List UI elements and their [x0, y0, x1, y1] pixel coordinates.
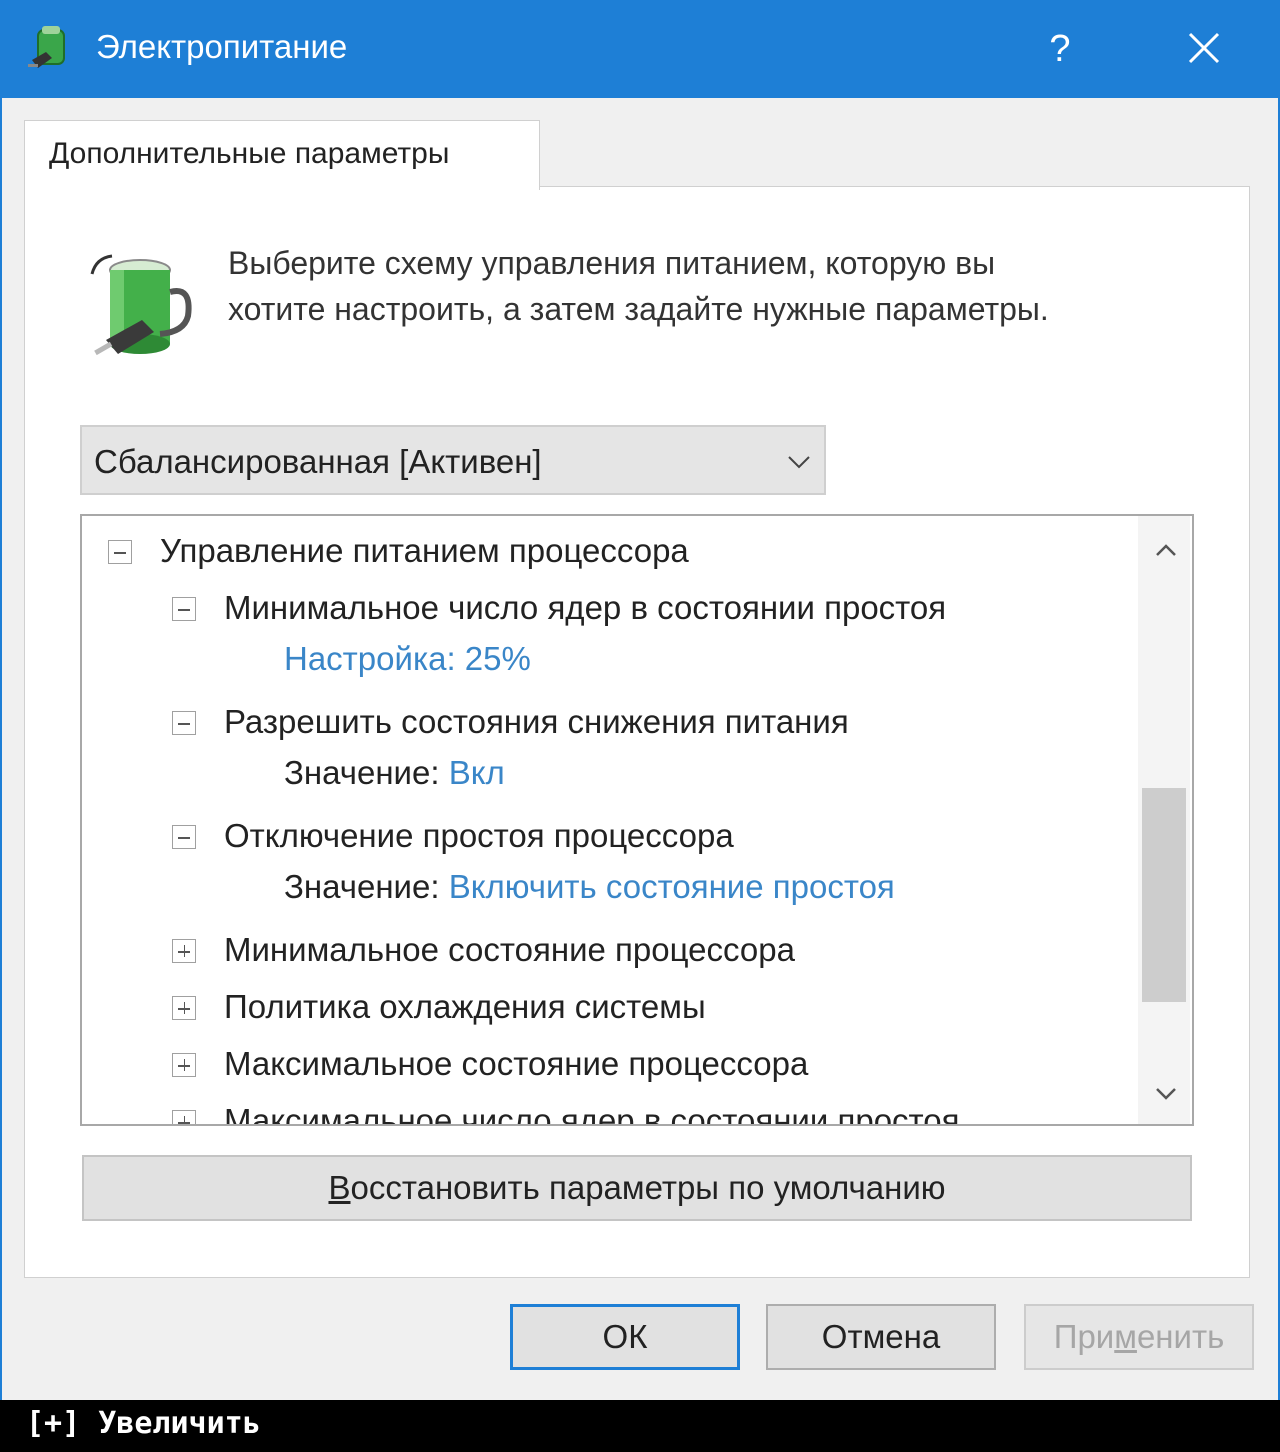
apply-label-end: енить: [1136, 1318, 1225, 1355]
restore-label: осстановить параметры по умолчанию: [350, 1169, 946, 1206]
setting-value[interactable]: 25%: [465, 640, 531, 677]
description-line-1: Выберите схему управления питанием, кото…: [228, 245, 996, 281]
tree-node-label: Управление питанием процессора: [160, 532, 689, 569]
tree-node-label: Разрешить состояния снижения питания: [224, 703, 849, 740]
tree-node-label: Минимальное число ядер в состоянии прост…: [224, 589, 947, 626]
cancel-button[interactable]: Отмена: [766, 1304, 996, 1370]
help-button[interactable]: ?: [1028, 16, 1092, 82]
expand-icon[interactable]: [172, 1110, 196, 1124]
setting-value[interactable]: Включить состояние простоя: [449, 868, 895, 905]
description-text: Выберите схему управления питанием, кото…: [228, 240, 1208, 332]
close-button[interactable]: [1168, 16, 1240, 82]
setting-value-throttle: Значение: Вкл: [284, 754, 505, 802]
restore-defaults-button[interactable]: Восстановить параметры по умолчанию: [82, 1155, 1192, 1221]
collapse-icon[interactable]: [172, 711, 196, 735]
collapse-icon[interactable]: [172, 825, 196, 849]
tree-node-label: Политика охлаждения системы: [224, 988, 706, 1025]
close-icon: [1188, 32, 1220, 64]
power-scheme-select[interactable]: Сбалансированная [Активен]: [80, 425, 826, 495]
apply-accel-letter: м: [1114, 1318, 1137, 1355]
restore-accel-letter: В: [328, 1169, 351, 1206]
window-title: Электропитание: [96, 28, 348, 65]
window-titlebar: Электропитание ?: [0, 0, 1280, 98]
setting-value[interactable]: Вкл: [449, 754, 505, 791]
chevron-down-icon: [788, 456, 810, 469]
description-line-2: хотите настроить, а затем задайте нужные…: [228, 291, 1049, 327]
setting-value-idle: Значение: Включить состояние простоя: [284, 868, 895, 916]
setting-value-min-cores[interactable]: Настройка: 25%: [284, 640, 531, 688]
expand-icon[interactable]: [172, 1053, 196, 1077]
chevron-down-icon[interactable]: [1154, 1086, 1178, 1102]
setting-key: Значение:: [284, 868, 440, 905]
apply-button[interactable]: Применить: [1024, 1304, 1254, 1370]
setting-key: Настройка:: [284, 640, 456, 677]
tree-node-label: Максимальное состояние процессора: [224, 1045, 809, 1082]
power-plug-icon: [28, 26, 65, 68]
chevron-up-icon[interactable]: [1154, 542, 1178, 558]
collapse-icon[interactable]: [108, 540, 132, 564]
tree-node-label: Отключение простоя процессора: [224, 817, 734, 854]
ok-button[interactable]: ОК: [510, 1304, 740, 1370]
expand-icon[interactable]: [172, 996, 196, 1020]
tree-node-label: Максимальное число ядер в состоянии прос…: [224, 1102, 960, 1126]
tree-node-label: Минимальное состояние процессора: [224, 931, 795, 968]
battery-plug-icon: [90, 254, 192, 356]
tab-label: Дополнительные параметры: [49, 137, 450, 170]
expand-icon[interactable]: [172, 939, 196, 963]
enlarge-bar: [+] Увеличить: [0, 1400, 1280, 1452]
apply-label-start: При: [1053, 1318, 1115, 1355]
scroll-thumb[interactable]: [1142, 788, 1186, 1002]
tab-advanced-settings[interactable]: Дополнительные параметры: [24, 120, 540, 190]
settings-tree[interactable]: Управление питанием процессора Минимальн…: [80, 514, 1194, 1126]
collapse-icon[interactable]: [172, 597, 196, 621]
tree-scrollbar[interactable]: [1138, 516, 1190, 1124]
enlarge-link[interactable]: [+] Увеличить: [26, 1406, 261, 1441]
setting-key: Значение:: [284, 754, 440, 791]
power-scheme-value: Сбалансированная [Активен]: [94, 443, 542, 480]
